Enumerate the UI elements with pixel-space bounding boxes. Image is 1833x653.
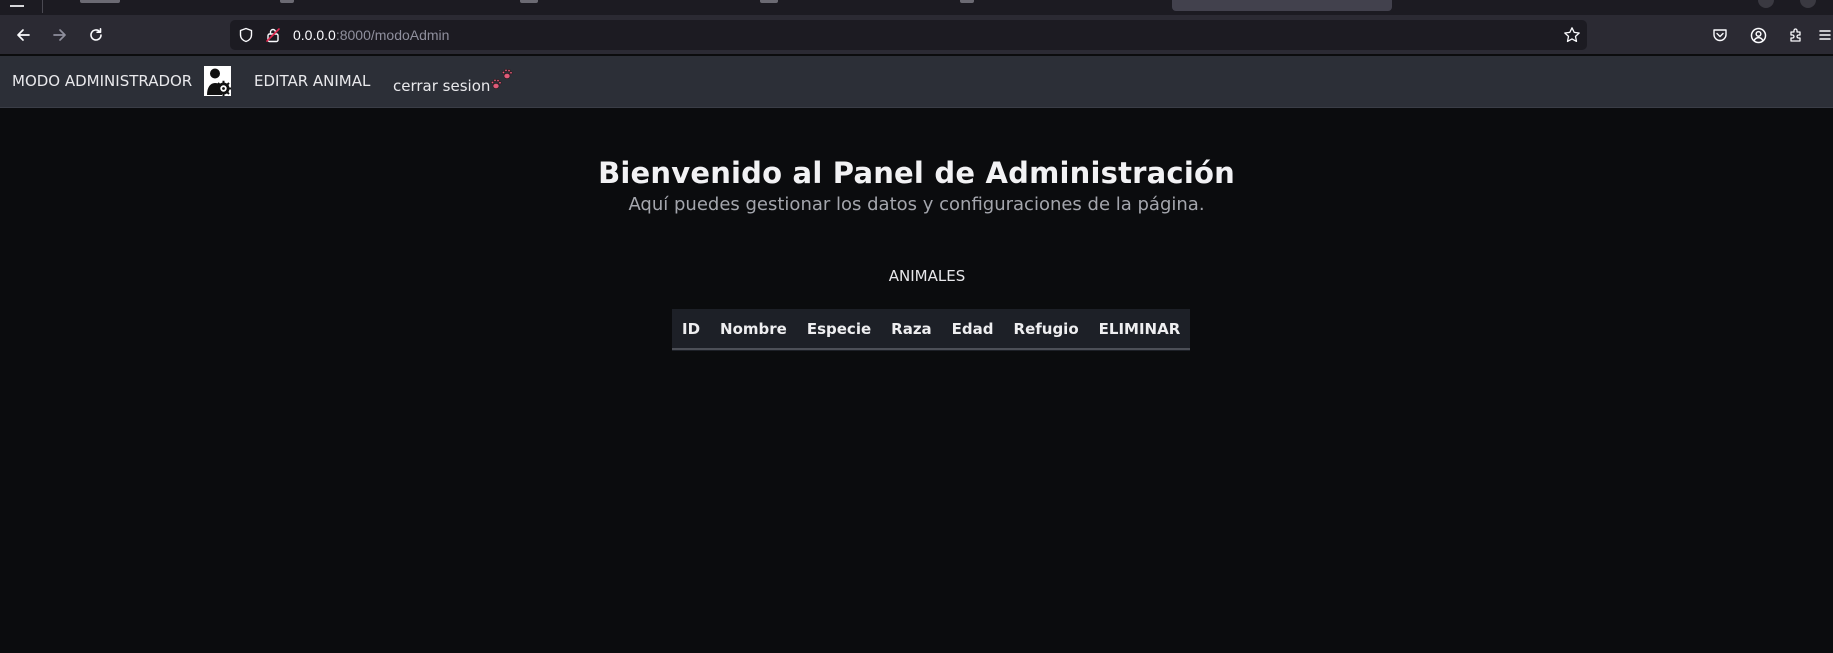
logout-link[interactable]: cerrar sesion xyxy=(393,77,490,95)
reload-icon xyxy=(90,28,102,41)
hamburger-menu-icon xyxy=(1818,30,1831,40)
active-tab[interactable] xyxy=(1172,0,1392,11)
column-header-especie: Especie xyxy=(806,319,872,338)
app-header: MODO ADMINISTRADOR EDITAR ANIMAL cerrar … xyxy=(0,56,1833,108)
admin-mode-link[interactable]: MODO ADMINISTRADOR xyxy=(12,72,192,90)
column-header-eliminar: ELIMINAR xyxy=(1098,319,1181,338)
close-window-button[interactable] xyxy=(1800,0,1816,8)
reload-button[interactable] xyxy=(82,21,110,49)
tab-fragment[interactable] xyxy=(760,0,778,3)
animals-table: ID Nombre Especie Raza Edad Refugio ELIM… xyxy=(672,309,1191,351)
column-header-refugio: Refugio xyxy=(1013,319,1079,338)
column-header-raza: Raza xyxy=(891,319,932,338)
tab-list-icon[interactable] xyxy=(10,0,24,7)
column-header-id: ID xyxy=(682,319,701,338)
tab-fragment[interactable] xyxy=(280,0,294,3)
animals-table-body xyxy=(672,349,1190,350)
page-title: Bienvenido al Panel de Administración xyxy=(598,156,1235,190)
column-header-nombre: Nombre xyxy=(720,319,787,338)
pocket-icon xyxy=(1713,29,1727,42)
forward-button[interactable] xyxy=(46,21,74,49)
puzzle-piece-icon xyxy=(1790,28,1801,42)
shield-icon[interactable] xyxy=(238,27,254,43)
arrow-left-icon xyxy=(17,29,30,41)
paw-prints-icon[interactable] xyxy=(489,67,515,93)
table-header-row: ID Nombre Especie Raza Edad Refugio ELIM… xyxy=(672,309,1190,349)
tab-fragment[interactable] xyxy=(960,0,974,3)
browser-navigation-bar: 0.0.0.0:8000/modoAdmin xyxy=(0,15,1833,55)
animals-section-title: ANIMALES xyxy=(888,267,966,285)
arrow-right-icon xyxy=(53,29,66,41)
page-subtitle: Aquí puedes gestionar los datos y config… xyxy=(628,194,1205,215)
url-path: :8000/modoAdmin xyxy=(335,27,450,43)
column-header-edad: Edad xyxy=(951,319,994,338)
browser-tab-strip xyxy=(0,0,1833,15)
tab-fragment[interactable] xyxy=(80,0,120,3)
address-bar[interactable]: 0.0.0.0:8000/modoAdmin xyxy=(230,20,1587,50)
tab-fragment[interactable] xyxy=(520,0,538,3)
account-icon xyxy=(1750,27,1766,43)
page-content: MODO ADMINISTRADOR EDITAR ANIMAL cerrar … xyxy=(0,56,1833,653)
pocket-button[interactable] xyxy=(1706,21,1734,49)
edit-animal-link[interactable]: EDITAR ANIMAL xyxy=(254,72,370,90)
app-menu-button[interactable] xyxy=(1816,21,1833,49)
bookmark-star-icon[interactable] xyxy=(1563,26,1581,44)
admin-user-gear-icon[interactable] xyxy=(204,66,231,96)
extensions-button[interactable] xyxy=(1782,21,1810,49)
tab-separator xyxy=(42,0,43,13)
back-button[interactable] xyxy=(9,21,37,49)
minimize-window-button[interactable] xyxy=(1758,0,1774,8)
url-text[interactable]: 0.0.0.0:8000/modoAdmin xyxy=(293,27,449,43)
account-button[interactable] xyxy=(1744,21,1772,49)
insecure-lock-icon[interactable] xyxy=(265,27,281,43)
url-host: 0.0.0.0 xyxy=(293,27,336,43)
